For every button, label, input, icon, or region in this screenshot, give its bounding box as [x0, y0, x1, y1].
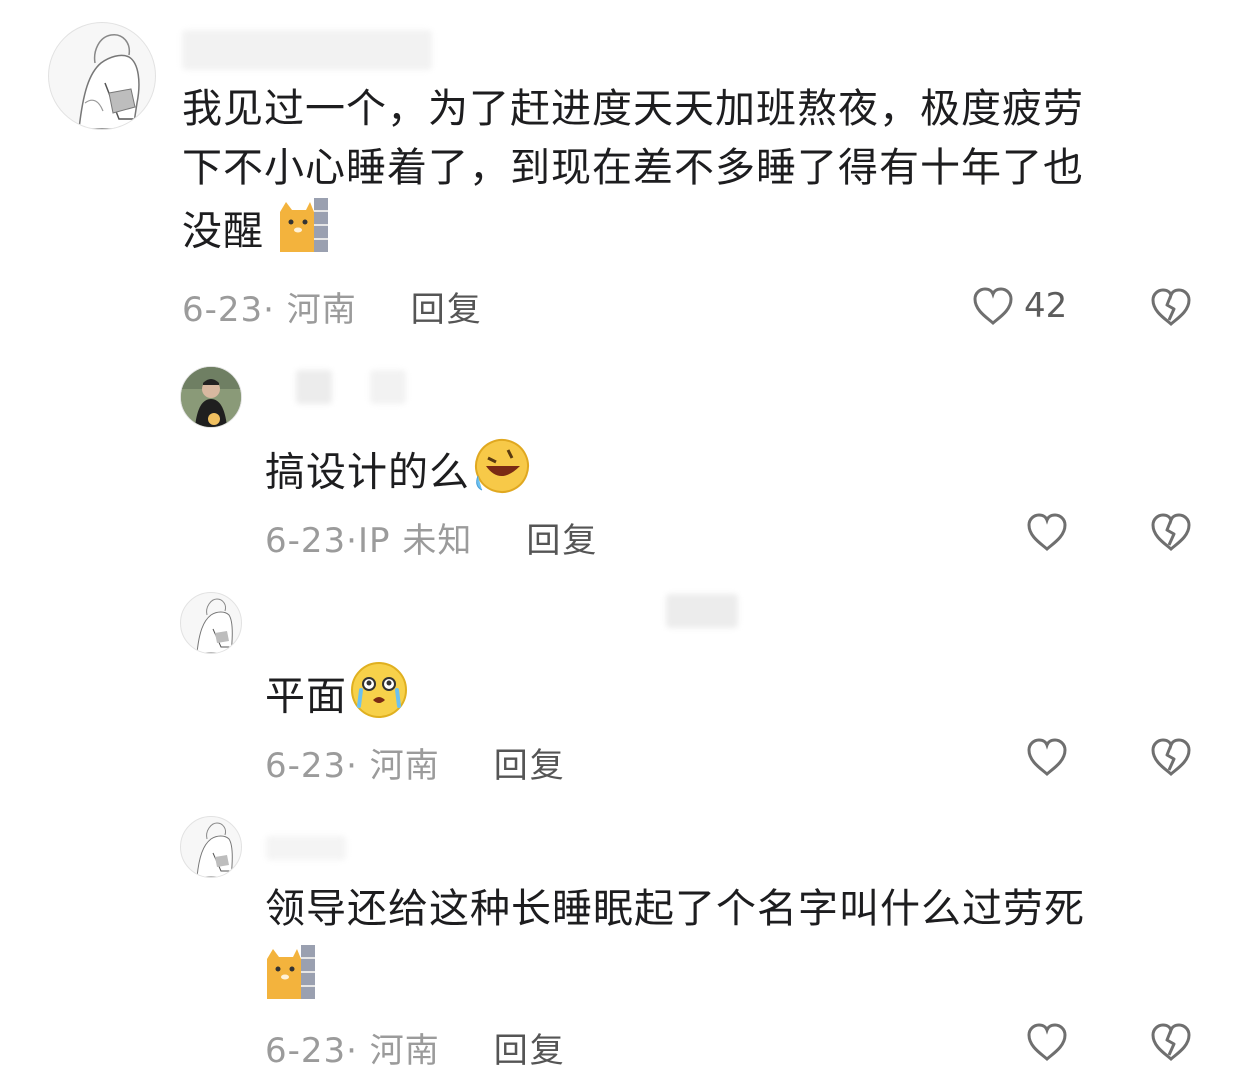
- photo-portrait-image: [181, 367, 241, 427]
- dislike-button[interactable]: [1150, 737, 1192, 781]
- like-count: 42: [1024, 286, 1068, 326]
- date-location: 6-23· 河南: [265, 745, 440, 786]
- username-blurred[interactable]: [666, 594, 738, 628]
- date-location: 6-23·IP 未知: [265, 520, 473, 561]
- avatar[interactable]: [180, 816, 242, 878]
- avatar[interactable]: [180, 592, 242, 654]
- avatar[interactable]: [48, 22, 156, 130]
- like-button[interactable]: [1026, 737, 1068, 777]
- dislike-button[interactable]: [1150, 287, 1192, 331]
- dislike-button[interactable]: [1150, 1022, 1192, 1066]
- broken-heart-icon: [1151, 513, 1191, 551]
- like-button[interactable]: [1026, 1022, 1068, 1062]
- like-button[interactable]: [1026, 512, 1068, 552]
- reply-button[interactable]: 回复: [411, 282, 483, 331]
- reply-button[interactable]: 回复: [494, 738, 566, 787]
- username-blurred[interactable]: [266, 836, 346, 860]
- heart-outline-icon: [1027, 738, 1067, 776]
- comment-text: 我见过一个，为了赶进度天天加班熬夜，极度疲劳 下不小心睡着了，到现在差不多睡了得…: [182, 80, 1192, 269]
- broken-heart-icon: [1151, 288, 1191, 326]
- reply-button[interactable]: 回复: [494, 1023, 566, 1072]
- sketch-portrait-image: [78, 34, 140, 129]
- username-blurred[interactable]: [182, 30, 432, 70]
- comment-text: 平面: [265, 660, 411, 737]
- username-blurred[interactable]: [296, 370, 332, 404]
- rofl-emoji: [470, 436, 534, 513]
- dislike-button[interactable]: [1150, 512, 1192, 556]
- sketch-portrait-image: [196, 822, 233, 877]
- reply-button[interactable]: 回复: [526, 513, 598, 562]
- cat-peeking-wall-emoji: [265, 945, 317, 1016]
- comment-meta: 6-23· 河南 回复: [265, 1027, 566, 1071]
- heart-outline-icon: [1027, 1023, 1067, 1061]
- comment-meta: 6-23· 河南 回复: [265, 742, 566, 786]
- heart-outline-icon: [973, 287, 1013, 325]
- date-location: 6-23· 河南: [265, 1030, 440, 1071]
- broken-heart-icon: [1151, 738, 1191, 776]
- broken-heart-icon: [1151, 1023, 1191, 1061]
- crying-emoji: [347, 660, 411, 737]
- comment-text: 领导还给这种长睡眠起了个名字叫什么过劳死: [265, 880, 1205, 999]
- sketch-portrait-image: [196, 598, 233, 653]
- comment-meta: 6-23· 河南 回复: [182, 286, 483, 330]
- avatar[interactable]: [180, 366, 242, 428]
- date-location: 6-23· 河南: [182, 289, 357, 330]
- comment-meta: 6-23·IP 未知 回复: [265, 517, 598, 561]
- heart-outline-icon: [1027, 513, 1067, 551]
- cat-peeking-wall-emoji: [278, 198, 330, 269]
- comment-text: 搞设计的么: [265, 436, 534, 513]
- like-button[interactable]: 42: [972, 286, 1067, 326]
- username-blurred[interactable]: [370, 370, 406, 404]
